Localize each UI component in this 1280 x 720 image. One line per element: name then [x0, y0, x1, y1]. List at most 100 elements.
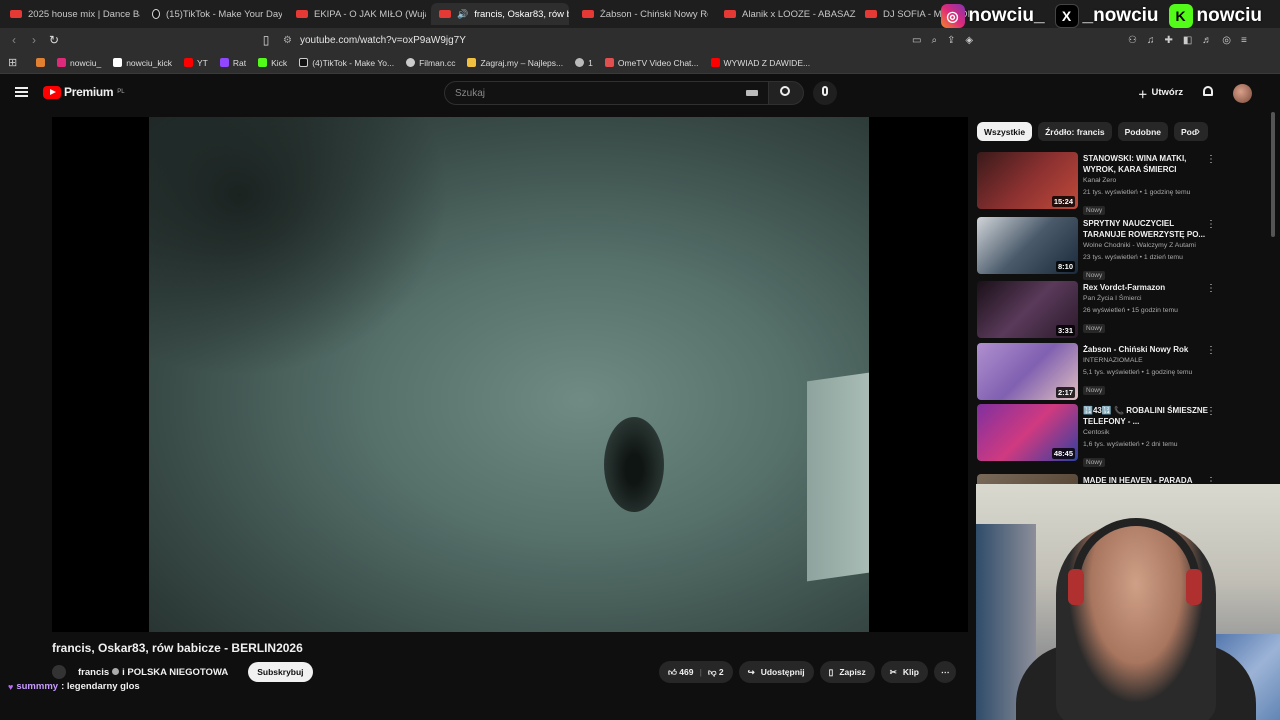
more-vert-icon[interactable]: ⋮ [1206, 219, 1216, 230]
chip-truncated[interactable]: Pod [1173, 122, 1208, 141]
video-thumbnail[interactable]: 15:24 [977, 152, 1078, 209]
video-player[interactable] [52, 117, 968, 632]
scissors-icon: ✂ [889, 666, 897, 677]
bookmark-item[interactable]: WYWIAD Z DAWIDE... [710, 58, 810, 68]
list-item[interactable]: 2:17 Żabson - Chiński Nowy Rok INTERNAZIO… [977, 343, 1222, 404]
list-item[interactable]: 48:45 🔢43🔢 📞 ROBALINI ŚMIESZNE TELEFONY … [977, 404, 1222, 474]
video-thumbnail[interactable]: 3:31 [977, 281, 1078, 338]
youtube-icon [296, 10, 308, 18]
bookmark-item[interactable]: (4)TikTok - Make Yo... [299, 58, 394, 68]
bookmarks-bar: ⊞ nowciu_ nowciu_kick YT Rat Kick (4)Tik… [0, 52, 1280, 74]
bookmark-icon[interactable]: ▯ [256, 33, 276, 47]
bookmark-item[interactable]: OmeTV Video Chat... [604, 58, 699, 68]
tab-house-mix[interactable]: 2025 house mix | Dance Bange [2, 3, 140, 25]
save-button[interactable]: ▯ Zapisz [819, 661, 875, 683]
bookmark-item[interactable] [36, 58, 45, 67]
dislike-button[interactable]: 👎︎ 2 [708, 667, 724, 678]
share-icon: ↪ [747, 666, 755, 677]
chip-similar[interactable]: Podobne [1117, 122, 1168, 141]
channel-avatar[interactable] [52, 665, 66, 679]
youtube-icon [865, 10, 877, 18]
more-vert-icon[interactable]: ⋮ [1206, 154, 1216, 165]
like-button[interactable]: 👍︎ 469 [668, 667, 693, 678]
bookmark-item[interactable]: YT [184, 58, 208, 68]
game-icon [467, 58, 477, 67]
list-item[interactable]: 15:24 STANOWSKI: WINA MATKI, WYROK, KARA… [977, 152, 1222, 217]
thumbs-down-icon: 👎︎ [707, 666, 717, 677]
keyboard-icon[interactable] [746, 90, 758, 96]
bookmark-item[interactable]: nowciu_ [57, 58, 101, 68]
heart-icon: ♥ [8, 681, 14, 692]
search-icon [780, 86, 790, 96]
more-vert-icon[interactable]: ⋮ [1206, 283, 1216, 294]
verified-icon [112, 668, 120, 676]
back-icon[interactable]: ‹ [4, 33, 24, 47]
extension-icons[interactable]: ⚇♫✚◧♬◎≡ [1128, 35, 1257, 46]
channel-name[interactable]: francis i POLSKA NIEGOTOWA [78, 667, 228, 678]
forward-icon[interactable]: › [24, 33, 44, 47]
subscribe-button[interactable]: Subskrybuj [248, 662, 313, 682]
like-dislike-group: 👍︎ 469 | 👎︎ 2 [659, 661, 733, 683]
bookmark-item[interactable]: Kick [258, 58, 287, 68]
tab-zabson[interactable]: Żabson - Chiński Nowy Rok - Y [574, 3, 708, 25]
bookmark-item[interactable]: Zagraj.my – Najleps... [467, 58, 563, 68]
bookmark-item[interactable]: Rat [219, 58, 246, 68]
youtube-play-icon [43, 85, 61, 99]
tab-francis-active[interactable]: 🔊francis, Oskar83, rów ba✕ [431, 3, 569, 25]
channel-row: francis i POLSKA NIEGOTOWA Subskrybuj [52, 661, 313, 683]
chip-source[interactable]: Źródło: francis [1038, 122, 1112, 141]
youtube-icon [184, 58, 194, 67]
youtube-premium-logo[interactable]: Premium PL [43, 85, 125, 99]
browser-tab-bar: 2025 house mix | Dance Bange (15)TikTok … [0, 0, 1280, 28]
plus-icon: ＋ [1138, 90, 1148, 101]
bookmark-icon: ▯ [828, 666, 834, 677]
chat-text: : legendarny glos [61, 681, 140, 692]
tab-alanik[interactable]: Alanik x LOOZE - ABASAZI (Off [716, 3, 856, 25]
address-bar-row: ‹ › ↻ ▯ ⚙ youtube.com/watch?v=oxP9aW9jg7… [0, 28, 1280, 52]
youtube-icon [724, 10, 736, 18]
url-field[interactable]: ⚙ youtube.com/watch?v=oxP9aW9jg7Y [283, 32, 1003, 49]
bookmark-item[interactable]: Filman.cc [406, 58, 455, 68]
tab-tiktok[interactable]: (15)TikTok - Make Your Day [144, 3, 282, 25]
video-thumbnail[interactable]: 48:45 [977, 404, 1078, 461]
x-icon: X [1054, 4, 1079, 28]
address-tools-icons[interactable]: ▭⌕⇪◈ [912, 35, 983, 46]
youtube-icon [439, 10, 451, 18]
folder-icon [36, 58, 45, 67]
reload-icon[interactable]: ↻ [44, 33, 64, 47]
list-item[interactable]: 8:10 SPRYTNY NAUCZYCIEL TARANUJE ROWERZY… [977, 217, 1222, 281]
voice-search-button[interactable] [813, 81, 837, 105]
create-button[interactable]: ＋ Utwórz [1138, 87, 1183, 101]
recommendations-list: 15:24 STANOWSKI: WINA MATKI, WYROK, KARA… [977, 152, 1222, 486]
tiktok-icon [152, 9, 160, 19]
search-input[interactable]: Szukaj [444, 81, 769, 105]
video-thumbnail[interactable]: 8:10 [977, 217, 1078, 274]
bookmark-item[interactable]: nowciu_kick [113, 58, 172, 68]
more-actions-button[interactable]: ⋯ [933, 661, 957, 683]
youtube-header: Premium PL Szukaj ＋ Utwórz [0, 76, 1280, 112]
account-avatar[interactable] [1233, 84, 1252, 103]
notifications-bell-icon[interactable] [1202, 85, 1214, 99]
chip-all[interactable]: Wszystkie [977, 122, 1033, 141]
clip-button[interactable]: ✂ Klip [880, 661, 928, 683]
search-button[interactable] [768, 81, 804, 105]
instagram-icon [57, 58, 66, 67]
video-thumbnail[interactable]: 2:17 [977, 343, 1078, 400]
page-scrollbar[interactable] [1271, 112, 1275, 237]
chevron-right-icon[interactable]: › [1196, 124, 1200, 138]
thumbs-up-icon: 👍︎ [668, 666, 677, 677]
twitch-icon [219, 58, 229, 67]
apps-grid-icon[interactable]: ⊞ [8, 56, 17, 69]
site-info-icon: ⚙ [283, 35, 292, 46]
video-title: francis, Oskar83, rów babicze - BERLIN20… [52, 641, 303, 655]
bookmark-item[interactable]: 1 [575, 58, 593, 68]
globe-icon [575, 58, 585, 67]
more-vert-icon[interactable]: ⋮ [1206, 406, 1216, 417]
microphone-icon [822, 86, 828, 96]
speaker-icon: 🔊 [457, 8, 469, 19]
tab-ekipa[interactable]: EKIPA - O JAK MIŁO (Wujas, M [288, 3, 426, 25]
hamburger-menu-icon[interactable] [15, 87, 28, 97]
list-item[interactable]: 3:31 Rex Vordct-Farmazon Pan Życia I Śmie… [977, 281, 1222, 343]
more-vert-icon[interactable]: ⋮ [1206, 345, 1216, 356]
share-button[interactable]: ↪ Udostępnij [738, 661, 814, 683]
